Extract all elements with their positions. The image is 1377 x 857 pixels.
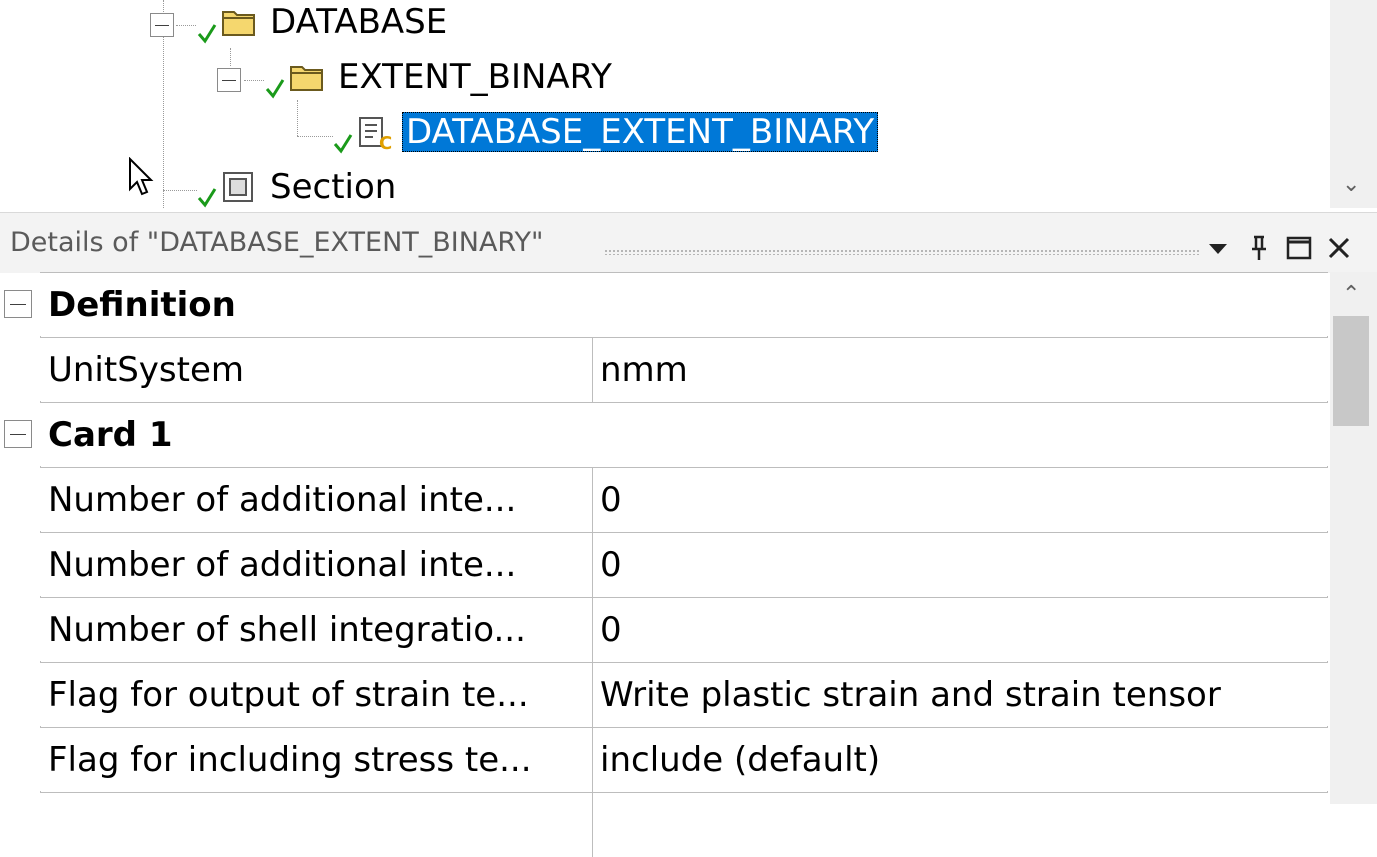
column-splitter[interactable] bbox=[592, 338, 593, 402]
property-name: Flag for including stress te... bbox=[48, 740, 532, 780]
check-icon bbox=[333, 134, 353, 154]
property-row[interactable]: Flag for including stress te... include … bbox=[40, 727, 1328, 792]
property-name: Flag for output of strain te... bbox=[48, 675, 529, 715]
mouse-cursor-icon bbox=[129, 157, 154, 196]
section-icon bbox=[223, 172, 253, 202]
column-splitter[interactable] bbox=[592, 793, 593, 857]
pin-icon[interactable] bbox=[1244, 233, 1274, 263]
property-grid[interactable]: Definition UnitSystem nmm Card 1 Number … bbox=[0, 272, 1330, 857]
property-name: UnitSystem bbox=[48, 350, 244, 390]
tree-scrollbar[interactable]: ⌄ bbox=[1330, 0, 1377, 208]
column-splitter[interactable] bbox=[592, 663, 593, 727]
column-splitter[interactable] bbox=[592, 728, 593, 792]
check-icon bbox=[197, 24, 217, 44]
column-splitter[interactable] bbox=[592, 533, 593, 597]
property-value[interactable]: 0 bbox=[600, 533, 622, 597]
tree-connector bbox=[244, 80, 264, 81]
scrollbar-thumb[interactable] bbox=[1333, 316, 1369, 426]
maximize-icon[interactable] bbox=[1284, 233, 1314, 263]
property-row[interactable]: Number of additional inte... 0 bbox=[40, 467, 1328, 532]
chevron-down-icon[interactable]: ⌄ bbox=[1342, 172, 1360, 197]
category-collapse-toggle[interactable] bbox=[4, 290, 32, 318]
property-row[interactable] bbox=[40, 792, 1328, 857]
property-row[interactable]: Flag for output of strain te... Write pl… bbox=[40, 662, 1328, 727]
tree-connector bbox=[297, 136, 333, 137]
property-row[interactable]: Number of shell integratio... 0 bbox=[40, 597, 1328, 662]
tree-view[interactable]: DATABASE EXTENT_BINARY C DATABASE_EXTENT… bbox=[0, 0, 1330, 208]
check-icon bbox=[197, 188, 217, 208]
column-splitter[interactable] bbox=[592, 598, 593, 662]
close-icon[interactable] bbox=[1324, 233, 1354, 263]
dropdown-icon[interactable] bbox=[1203, 233, 1233, 263]
tree-node-label: DATABASE_EXTENT_BINARY bbox=[402, 112, 879, 152]
drag-grip[interactable] bbox=[604, 249, 1200, 255]
category-label: Card 1 bbox=[48, 415, 173, 455]
details-panel-header: Details of "DATABASE_EXTENT_BINARY" bbox=[0, 212, 1377, 273]
check-icon bbox=[265, 79, 285, 99]
property-row[interactable]: Number of additional inte... 0 bbox=[40, 532, 1328, 597]
collapse-toggle[interactable] bbox=[150, 13, 174, 37]
folder-icon bbox=[222, 11, 255, 36]
property-name: Number of additional inte... bbox=[48, 545, 517, 585]
chevron-up-icon[interactable]: ⌃ bbox=[1342, 282, 1360, 307]
property-name: Number of additional inte... bbox=[48, 480, 517, 520]
category-label: Definition bbox=[48, 285, 236, 325]
column-splitter[interactable] bbox=[592, 468, 593, 532]
property-name: Number of shell integratio... bbox=[48, 610, 526, 650]
svg-text:C: C bbox=[379, 133, 392, 151]
tree-node-section[interactable]: Section bbox=[266, 167, 400, 207]
collapse-toggle[interactable] bbox=[217, 68, 241, 92]
tree-connector bbox=[163, 190, 197, 191]
tree-node-extent-binary[interactable]: EXTENT_BINARY bbox=[334, 57, 616, 97]
tree-node-database-extent-binary[interactable]: DATABASE_EXTENT_BINARY bbox=[402, 112, 879, 152]
keyword-card-icon: C bbox=[359, 117, 392, 151]
property-value[interactable]: 0 bbox=[600, 598, 622, 662]
details-title: Details of "DATABASE_EXTENT_BINARY" bbox=[10, 227, 544, 258]
property-row[interactable]: UnitSystem nmm bbox=[40, 337, 1328, 402]
category-row-card-1[interactable]: Card 1 bbox=[40, 402, 1328, 466]
folder-icon bbox=[290, 66, 323, 91]
property-value[interactable]: include (default) bbox=[600, 728, 880, 792]
details-scrollbar[interactable]: ⌃ bbox=[1330, 272, 1377, 804]
tree-node-label: Section bbox=[270, 167, 397, 207]
tree-connector bbox=[297, 100, 298, 136]
property-value[interactable]: Write plastic strain and strain tensor bbox=[600, 663, 1221, 727]
tree-node-label: EXTENT_BINARY bbox=[338, 57, 612, 97]
tree-connector bbox=[176, 25, 196, 26]
property-value[interactable]: 0 bbox=[600, 468, 622, 532]
tree-connector bbox=[230, 48, 231, 66]
property-value[interactable]: nmm bbox=[600, 338, 688, 402]
tree-node-label: DATABASE bbox=[270, 2, 448, 42]
tree-node-database[interactable]: DATABASE bbox=[266, 2, 451, 42]
category-collapse-toggle[interactable] bbox=[4, 420, 32, 448]
category-row-definition[interactable]: Definition bbox=[40, 272, 1328, 336]
